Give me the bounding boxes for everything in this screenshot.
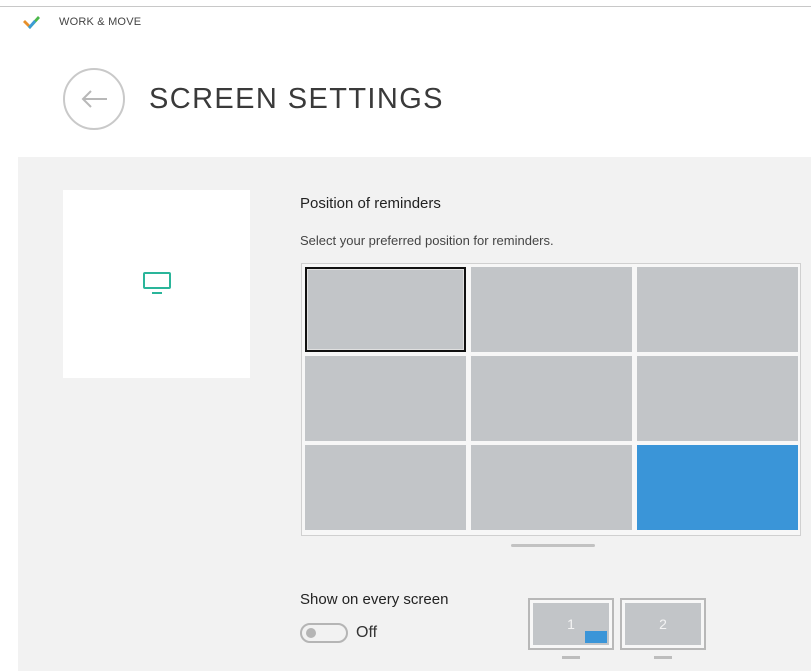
position-bottom-center[interactable] (471, 445, 632, 530)
checkmark-logo-icon (23, 16, 40, 29)
settings-panel: Position of reminders Select your prefer… (18, 157, 811, 671)
preview-card (63, 190, 250, 378)
position-grid (301, 263, 801, 536)
screen-1-indicator (585, 631, 607, 643)
grid-stand-bar (511, 544, 595, 547)
screen-2-button[interactable]: 2 (620, 598, 706, 650)
screen-1-button[interactable]: 1 (528, 598, 614, 650)
screen-2-stand (654, 656, 672, 659)
app-title: WORK & MOVE (59, 16, 142, 28)
toggle-knob (306, 628, 316, 638)
position-middle-left[interactable] (305, 356, 466, 441)
every-screen-toggle[interactable] (300, 623, 348, 643)
window-top-border (0, 6, 811, 7)
position-top-right[interactable] (637, 267, 798, 352)
position-bottom-left[interactable] (305, 445, 466, 530)
back-button[interactable] (63, 68, 125, 130)
arrow-left-icon (81, 90, 107, 108)
position-bottom-right[interactable] (637, 445, 798, 530)
toggle-state-label: Off (356, 624, 378, 641)
page-header: SCREEN SETTINGS (63, 68, 444, 130)
monitor-icon (142, 272, 171, 294)
every-screen-title: Show on every screen (300, 591, 449, 608)
position-title: Position of reminders (300, 195, 441, 212)
page-title: SCREEN SETTINGS (149, 82, 444, 115)
screen-1-label: 1 (567, 616, 575, 632)
screen-2-label: 2 (659, 616, 667, 632)
position-top-left[interactable] (305, 267, 466, 352)
every-screen-toggle-row: Off (300, 623, 377, 643)
position-middle-center[interactable] (471, 356, 632, 441)
position-middle-right[interactable] (637, 356, 798, 441)
screen-1-stand (562, 656, 580, 659)
position-subtitle: Select your preferred position for remin… (300, 233, 554, 248)
app-titlebar: WORK & MOVE (22, 12, 141, 32)
position-top-center[interactable] (471, 267, 632, 352)
